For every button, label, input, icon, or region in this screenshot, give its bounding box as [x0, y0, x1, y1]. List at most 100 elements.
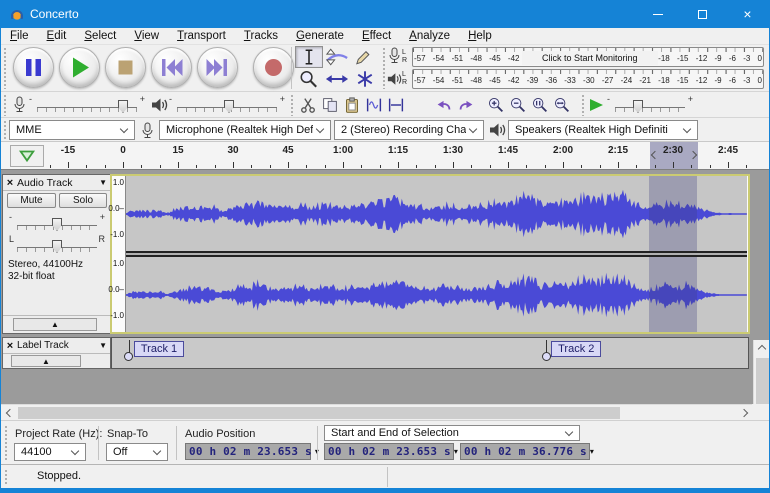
selection-end-field[interactable]: 00 h 02 m 36.776 s▾ — [460, 443, 590, 460]
zoom-project-button[interactable] — [551, 94, 573, 116]
recording-meter-icon[interactable] — [387, 47, 402, 66]
recording-meter-bar[interactable]: -57-54-51-48-45-42-39-36-33-30-27-24-21-… — [412, 47, 764, 67]
copy-button[interactable] — [319, 94, 341, 116]
paste-button[interactable] — [341, 94, 363, 116]
solo-button[interactable]: Solo — [59, 193, 107, 208]
label-marker-handle-icon[interactable] — [124, 352, 133, 361]
time-shift-tool-button[interactable] — [323, 68, 351, 90]
caret-down-icon[interactable]: ▾ — [454, 447, 458, 456]
toolbar-grip[interactable] — [3, 120, 7, 140]
track-title[interactable]: Label Track — [17, 340, 99, 351]
toolbar-grip[interactable] — [3, 47, 7, 89]
timeline-ruler[interactable]: -1501530451:001:151:301:452:002:152:302:… — [1, 142, 769, 170]
waveform-channel-right[interactable] — [126, 256, 747, 332]
meter-monitoring-text[interactable]: Click to Start Monitoring — [522, 51, 659, 65]
playback-meter-bar[interactable]: -57-54-51-48-45-42-39-36-33-30-27-24-21-… — [412, 69, 764, 89]
waveform-selection-region[interactable] — [649, 176, 697, 251]
pan-slider[interactable]: LR — [9, 235, 105, 255]
selection-right-handle-icon[interactable] — [689, 151, 697, 159]
playback-device-select[interactable]: Speakers (Realtek High Definiti — [508, 120, 698, 140]
close-button[interactable]: × — [725, 0, 770, 28]
pause-button[interactable] — [13, 47, 54, 88]
recording-device-select[interactable]: Microphone (Realtek High Defini — [159, 120, 331, 140]
menu-item-view[interactable]: View — [125, 29, 168, 43]
trim-audio-button[interactable] — [363, 94, 385, 116]
waveform-channel-left[interactable] — [126, 176, 747, 252]
menu-item-transport[interactable]: Transport — [168, 29, 235, 43]
record-button[interactable] — [253, 47, 294, 88]
zoom-out-button[interactable] — [507, 94, 529, 116]
play-at-speed-button[interactable] — [589, 98, 604, 115]
multi-tool-button[interactable] — [351, 68, 379, 90]
gain-slider[interactable]: -+ — [9, 213, 105, 233]
label-2[interactable]: Track 2 — [551, 341, 601, 357]
zoom-selection-button[interactable] — [529, 94, 551, 116]
track-close-button[interactable]: × — [3, 177, 17, 189]
audio-track-control-panel[interactable]: × Audio Track ▼ Mute Solo Stereo, 44100H… — [2, 174, 111, 334]
maximize-button[interactable] — [680, 0, 725, 28]
menu-item-edit[interactable]: Edit — [38, 29, 76, 43]
menu-item-select[interactable]: Select — [75, 29, 125, 43]
caret-down-icon[interactable]: ▾ — [590, 447, 594, 456]
toolbar-grip[interactable] — [3, 94, 7, 116]
track-menu-dropdown-icon[interactable]: ▼ — [99, 341, 107, 350]
title-bar[interactable]: Concerto × — [0, 0, 770, 28]
track-menu-dropdown-icon[interactable]: ▼ — [99, 178, 107, 187]
selection-tool-button[interactable] — [295, 46, 323, 68]
toolbar-grip[interactable] — [290, 94, 294, 116]
playback-meter-icon[interactable] — [387, 71, 402, 87]
scroll-right-arrow[interactable] — [735, 405, 752, 420]
timeline-options-button[interactable] — [10, 145, 44, 167]
meter-tick-label: -9 — [715, 54, 722, 63]
selection-left-handle-icon[interactable] — [651, 151, 659, 159]
waveform-selection-region[interactable] — [649, 257, 697, 332]
audio-host-select[interactable]: MME — [9, 120, 135, 140]
skip-to-start-button[interactable] — [151, 47, 192, 88]
silence-audio-button[interactable] — [385, 94, 407, 116]
toolbar-grip[interactable] — [4, 469, 8, 485]
redo-button[interactable] — [455, 94, 477, 116]
selection-start-field[interactable]: 00 h 02 m 23.653 s▾ — [324, 443, 454, 460]
track-collapse-button[interactable]: ▲ — [11, 355, 81, 367]
undo-button[interactable] — [433, 94, 455, 116]
track-close-button[interactable]: × — [3, 340, 17, 352]
label-track-content[interactable]: Track 1 Track 2 — [111, 337, 749, 369]
label-1[interactable]: Track 1 — [134, 341, 184, 357]
minimize-button[interactable] — [635, 0, 680, 28]
recording-volume-slider[interactable]: -+ — [29, 95, 145, 115]
play-button[interactable] — [59, 47, 100, 88]
horizontal-scrollbar[interactable] — [1, 404, 752, 420]
draw-tool-button[interactable] — [351, 46, 379, 68]
zoom-tool-button[interactable] — [295, 68, 323, 90]
zoom-in-button[interactable] — [485, 94, 507, 116]
toolbar-grip[interactable] — [4, 425, 8, 461]
menu-item-file[interactable]: File — [1, 29, 38, 43]
audio-position-field[interactable]: 00 h 02 m 23.653 s▾ — [185, 443, 311, 460]
menu-item-analyze[interactable]: Analyze — [400, 29, 459, 43]
snap-to-select[interactable]: Off — [106, 443, 168, 461]
label-marker-handle-icon[interactable] — [542, 352, 551, 361]
menu-item-effect[interactable]: Effect — [353, 29, 400, 43]
project-rate-select[interactable]: 44100 — [14, 443, 86, 461]
menu-item-tracks[interactable]: Tracks — [235, 29, 287, 43]
horizontal-scroll-thumb[interactable] — [18, 407, 620, 419]
toolbar-grip[interactable] — [581, 94, 585, 116]
stop-button[interactable] — [105, 47, 146, 88]
scroll-left-arrow[interactable] — [1, 405, 18, 420]
playback-volume-slider[interactable]: -+ — [169, 95, 285, 115]
menu-item-help[interactable]: Help — [459, 29, 501, 43]
label-track-control-panel[interactable]: × Label Track ▼ ▲ — [2, 337, 111, 369]
track-title[interactable]: Audio Track — [17, 177, 99, 189]
mute-button[interactable]: Mute — [7, 193, 56, 208]
scroll-up-arrow[interactable] — [754, 340, 770, 357]
menu-item-generate[interactable]: Generate — [287, 29, 353, 43]
selection-mode-select[interactable]: Start and End of Selection — [324, 425, 580, 441]
track-collapse-button[interactable]: ▲ — [13, 318, 97, 331]
toolbar-grip[interactable] — [382, 47, 386, 89]
envelope-tool-button[interactable] — [323, 46, 351, 68]
vertical-scale-ruler[interactable]: 1.00.0–-1.01.00.0–-1.0 — [112, 176, 126, 332]
play-at-speed-slider[interactable]: -+ — [607, 95, 693, 115]
skip-to-end-button[interactable] — [197, 47, 238, 88]
cut-button[interactable] — [297, 94, 319, 116]
recording-channels-select[interactable]: 2 (Stereo) Recording Channels — [334, 120, 484, 140]
